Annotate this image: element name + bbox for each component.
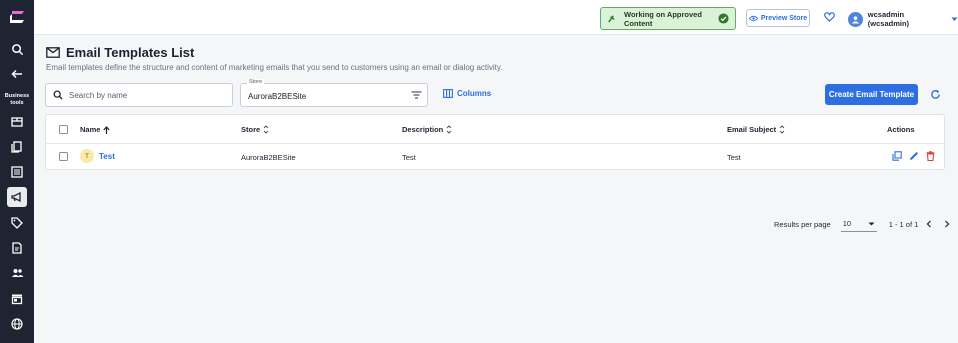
- copy-icon[interactable]: [892, 151, 902, 161]
- column-header-store[interactable]: Store: [241, 125, 269, 134]
- description-cell: Test: [402, 153, 416, 162]
- store-select-label: Store: [247, 79, 265, 85]
- globe-icon: [11, 318, 23, 330]
- edit-icon[interactable]: [909, 151, 919, 161]
- top-bar: [34, 0, 958, 35]
- customers-nav-button[interactable]: [7, 263, 27, 283]
- results-per-page-select[interactable]: 10: [840, 216, 877, 232]
- column-header-actions: Actions: [887, 125, 915, 134]
- column-header-email-subject[interactable]: Email Subject: [727, 125, 785, 134]
- preview-store-button[interactable]: Preview Store: [746, 9, 810, 27]
- user-name: wcsadmin (wcsadmin): [867, 10, 910, 28]
- people-icon: [11, 269, 23, 277]
- avatar: [848, 11, 863, 27]
- create-email-template-button[interactable]: Create Email Template: [825, 84, 918, 105]
- results-per-page-label: Results per page: [774, 219, 831, 229]
- previous-page-icon[interactable]: [926, 220, 932, 228]
- search-icon: [11, 43, 23, 55]
- megaphone-icon: [11, 191, 21, 203]
- pagination: Results per page 10 1 - 1 of 1: [774, 216, 950, 232]
- shop-icon: [11, 294, 23, 305]
- page-title: Email Templates List: [46, 45, 194, 60]
- store-cell: AuroraB2BESite: [241, 153, 296, 162]
- page-description: Email templates define the structure and…: [46, 63, 503, 72]
- content-nav-button[interactable]: [7, 238, 27, 258]
- stores-nav-button[interactable]: [7, 289, 27, 309]
- page-range: 1 - 1 of 1: [888, 219, 919, 229]
- chevron-down-icon: [951, 17, 958, 21]
- columns-button[interactable]: Columns: [443, 89, 491, 98]
- delete-icon[interactable]: [926, 151, 935, 161]
- catalog-nav-button[interactable]: [7, 137, 27, 157]
- promotions-nav-button[interactable]: [7, 213, 27, 233]
- favorites-button[interactable]: [824, 12, 835, 25]
- sort-ascending-icon: [103, 125, 111, 134]
- template-name-link[interactable]: Test: [99, 152, 115, 161]
- name-cell: T Test: [80, 149, 115, 163]
- side-rail: Business tools: [0, 0, 34, 343]
- sort-icon: [446, 125, 452, 134]
- store-select[interactable]: Store AuroraB2BESite: [240, 79, 428, 107]
- email-subject-cell: Test: [727, 153, 741, 162]
- refresh-icon: [931, 89, 940, 99]
- edit-document-icon: [12, 242, 22, 254]
- search-field[interactable]: [45, 83, 233, 107]
- column-header-description[interactable]: Description: [402, 125, 452, 134]
- user-icon: [851, 15, 859, 24]
- marketing-nav-button[interactable]: [7, 187, 27, 207]
- approved-flag-icon: [608, 15, 615, 23]
- refresh-button[interactable]: [930, 89, 941, 103]
- search-input[interactable]: [69, 90, 219, 100]
- row-actions: [892, 151, 935, 161]
- eye-icon: [748, 15, 758, 21]
- next-page-icon[interactable]: [944, 220, 950, 228]
- business-tools-label: Business tools: [4, 93, 30, 106]
- collapse-nav-button[interactable]: [7, 64, 27, 84]
- row-checkbox[interactable]: [59, 152, 68, 161]
- tag-icon: [11, 217, 23, 229]
- column-header-name[interactable]: Name: [80, 125, 111, 134]
- heart-icon: [824, 12, 835, 22]
- search-nav-button[interactable]: [7, 39, 27, 59]
- app-logo-icon: [10, 11, 24, 23]
- orders-nav-button[interactable]: [7, 162, 27, 182]
- back-arrow-icon: [11, 69, 22, 79]
- columns-icon: [443, 89, 453, 98]
- filter-icon[interactable]: [411, 90, 422, 100]
- email-templates-table: Name Store Description Email Subject Act…: [45, 114, 945, 170]
- search-icon: [53, 90, 63, 100]
- catalog-icon: [11, 141, 22, 153]
- store-nav-button[interactable]: [7, 112, 27, 132]
- select-all-checkbox[interactable]: [59, 125, 68, 134]
- globalization-nav-button[interactable]: [7, 314, 27, 334]
- approved-content-badge[interactable]: Working on Approved Content: [600, 7, 736, 30]
- table-header: Name Store Description Email Subject Act…: [46, 115, 944, 144]
- mail-icon: [46, 47, 60, 58]
- store-select-value: AuroraB2BESite: [248, 92, 307, 101]
- name-initial-badge: T: [80, 149, 94, 163]
- check-circle-icon: [718, 13, 729, 24]
- sort-icon: [779, 125, 785, 134]
- chevron-down-icon: [868, 222, 875, 225]
- list-icon: [11, 166, 23, 178]
- storefront-icon: [11, 117, 23, 127]
- user-menu[interactable]: wcsadmin (wcsadmin): [848, 10, 958, 28]
- sort-icon: [263, 125, 269, 134]
